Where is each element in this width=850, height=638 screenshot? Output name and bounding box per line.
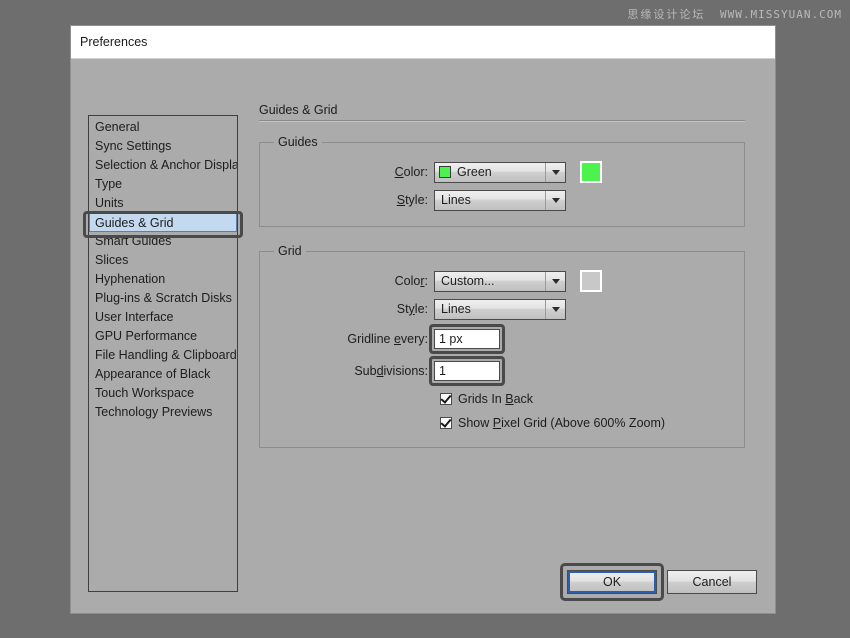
grid-color-label-pre: Colo — [394, 274, 421, 288]
guides-style-value: Lines — [441, 193, 471, 207]
show-pixel-grid-checkbox[interactable] — [440, 417, 452, 429]
sidebar-item-sync-settings[interactable]: Sync Settings — [89, 137, 237, 156]
grid-group-legend: Grid — [278, 244, 302, 258]
dialog-footer-buttons: OK Cancel — [560, 563, 757, 601]
grids-in-back-row[interactable]: Grids In Back — [272, 387, 732, 411]
gridline-every-label-post: very: — [400, 332, 428, 346]
dialog-title: Preferences — [80, 35, 148, 49]
guides-color-label: Color: — [272, 165, 434, 179]
sidebar-item-units[interactable]: Units — [89, 194, 237, 213]
gridline-every-input[interactable]: 1 px — [434, 329, 500, 349]
sidebar-item-touch-workspace[interactable]: Touch Workspace — [89, 384, 237, 403]
show-pixel-grid-label-mnemonic: P — [492, 416, 502, 430]
ok-button-container: OK — [560, 563, 664, 601]
dialog-body: General Sync Settings Selection & Anchor… — [71, 59, 775, 613]
subdivisions-label-post: ivisions: — [383, 364, 428, 378]
gridline-every-input-container: 1 px — [429, 324, 505, 354]
chevron-down-icon[interactable] — [546, 300, 565, 319]
guides-color-row: Color: Green — [272, 158, 732, 186]
gridline-every-row: Gridline every: 1 px — [272, 323, 732, 355]
watermark-chinese-text: 思缘设计论坛 — [627, 8, 706, 21]
category-list[interactable]: General Sync Settings Selection & Anchor… — [88, 115, 238, 592]
gridline-every-label-pre: Gridline — [347, 332, 394, 346]
guides-color-dropdown[interactable]: Green — [434, 161, 566, 183]
sidebar-item-file-handling-clipboard[interactable]: File Handling & Clipboard — [89, 346, 237, 365]
cancel-button[interactable]: Cancel — [667, 570, 757, 594]
guides-style-label: Style: — [272, 193, 434, 207]
watermark-url-text: WWW.MISSYUAN.COM — [720, 8, 842, 21]
grid-style-dropdown[interactable]: Lines — [434, 298, 566, 320]
show-pixel-grid-label-pre: Show — [458, 416, 493, 430]
subdivisions-input-container: 1 — [429, 356, 505, 386]
show-pixel-grid-row[interactable]: Show Pixel Grid (Above 600% Zoom) — [272, 411, 732, 435]
sidebar-item-selection-anchor-display[interactable]: Selection & Anchor Display — [89, 156, 237, 175]
sidebar-item-smart-guides[interactable]: Smart Guides — [89, 232, 237, 251]
category-list-container: General Sync Settings Selection & Anchor… — [83, 115, 243, 592]
grid-color-preview-swatch[interactable] — [580, 270, 602, 292]
subdivisions-label-pre: Sub — [354, 364, 377, 378]
grid-style-label: Style: — [272, 302, 434, 316]
grid-style-row: Style: Lines — [272, 295, 732, 323]
grid-color-dropdown[interactable]: Custom... — [434, 270, 566, 292]
sidebar-item-type[interactable]: Type — [89, 175, 237, 194]
gridline-every-label: Gridline every: — [272, 332, 434, 346]
grid-style-label-post: le: — [414, 302, 428, 316]
grids-in-back-checkbox[interactable] — [440, 393, 452, 405]
sidebar-item-technology-previews[interactable]: Technology Previews — [89, 403, 237, 422]
preferences-dialog: Preferences General Sync Settings Select… — [71, 26, 775, 613]
grid-group: Grid Color: Custom... Style: Lines Gridl… — [259, 244, 745, 448]
page-title-divider — [259, 120, 745, 122]
guides-style-label-mnemonic: S — [396, 193, 406, 207]
grids-in-back-label-mnemonic: B — [505, 392, 514, 406]
grids-in-back-label-pre: Grids In — [458, 392, 506, 406]
guides-style-dropdown[interactable]: Lines — [434, 189, 566, 211]
chevron-down-icon[interactable] — [546, 191, 565, 210]
grid-color-label-post: : — [424, 274, 428, 288]
guides-color-label-mnemonic: C — [394, 165, 404, 179]
sidebar-item-general[interactable]: General — [89, 118, 237, 137]
subdivisions-row: Subdivisions: 1 — [272, 355, 732, 387]
sidebar-item-user-interface[interactable]: User Interface — [89, 308, 237, 327]
settings-pane: Guides & Grid Guides Color: Green Style:… — [259, 103, 745, 465]
chevron-down-icon[interactable] — [546, 272, 565, 291]
sidebar-item-guides-grid[interactable]: Guides & Grid — [89, 213, 237, 232]
ok-button[interactable]: OK — [567, 570, 657, 594]
guides-color-inline-swatch — [439, 166, 451, 178]
watermark: 思缘设计论坛 WWW.MISSYUAN.COM — [627, 6, 842, 22]
grid-style-value: Lines — [441, 302, 471, 316]
grid-color-value: Custom... — [441, 274, 495, 288]
sidebar-item-hyphenation[interactable]: Hyphenation — [89, 270, 237, 289]
grid-color-label: Color: — [272, 274, 434, 288]
guides-group-legend: Guides — [278, 135, 318, 149]
grids-in-back-label-post: ack — [513, 392, 534, 406]
guides-color-preview-swatch[interactable] — [580, 161, 602, 183]
guides-color-label-post: olor: — [403, 165, 428, 179]
guides-group: Guides Color: Green Style: Lines — [259, 135, 745, 227]
grids-in-back-label: Grids In Back — [458, 392, 533, 406]
subdivisions-input[interactable]: 1 — [434, 361, 500, 381]
sidebar-item-appearance-of-black[interactable]: Appearance of Black — [89, 365, 237, 384]
page-title: Guides & Grid — [259, 103, 338, 117]
show-pixel-grid-label: Show Pixel Grid (Above 600% Zoom) — [458, 416, 665, 430]
grid-color-row: Color: Custom... — [272, 267, 732, 295]
gridline-every-label-mnemonic: e — [393, 332, 401, 346]
guides-style-label-post: tyle: — [405, 193, 428, 207]
sidebar-item-plugins-scratch-disks[interactable]: Plug-ins & Scratch Disks — [89, 289, 237, 308]
dialog-titlebar: Preferences — [71, 26, 775, 59]
guides-style-row: Style: Lines — [272, 186, 732, 214]
grid-style-label-pre: St — [396, 302, 409, 316]
subdivisions-label: Subdivisions: — [272, 364, 434, 378]
subdivisions-label-mnemonic: d — [376, 364, 384, 378]
show-pixel-grid-label-post: ixel Grid (Above 600% Zoom) — [501, 416, 666, 430]
guides-color-value: Green — [457, 165, 492, 179]
sidebar-item-gpu-performance[interactable]: GPU Performance — [89, 327, 237, 346]
sidebar-item-slices[interactable]: Slices — [89, 251, 237, 270]
chevron-down-icon[interactable] — [546, 163, 565, 182]
